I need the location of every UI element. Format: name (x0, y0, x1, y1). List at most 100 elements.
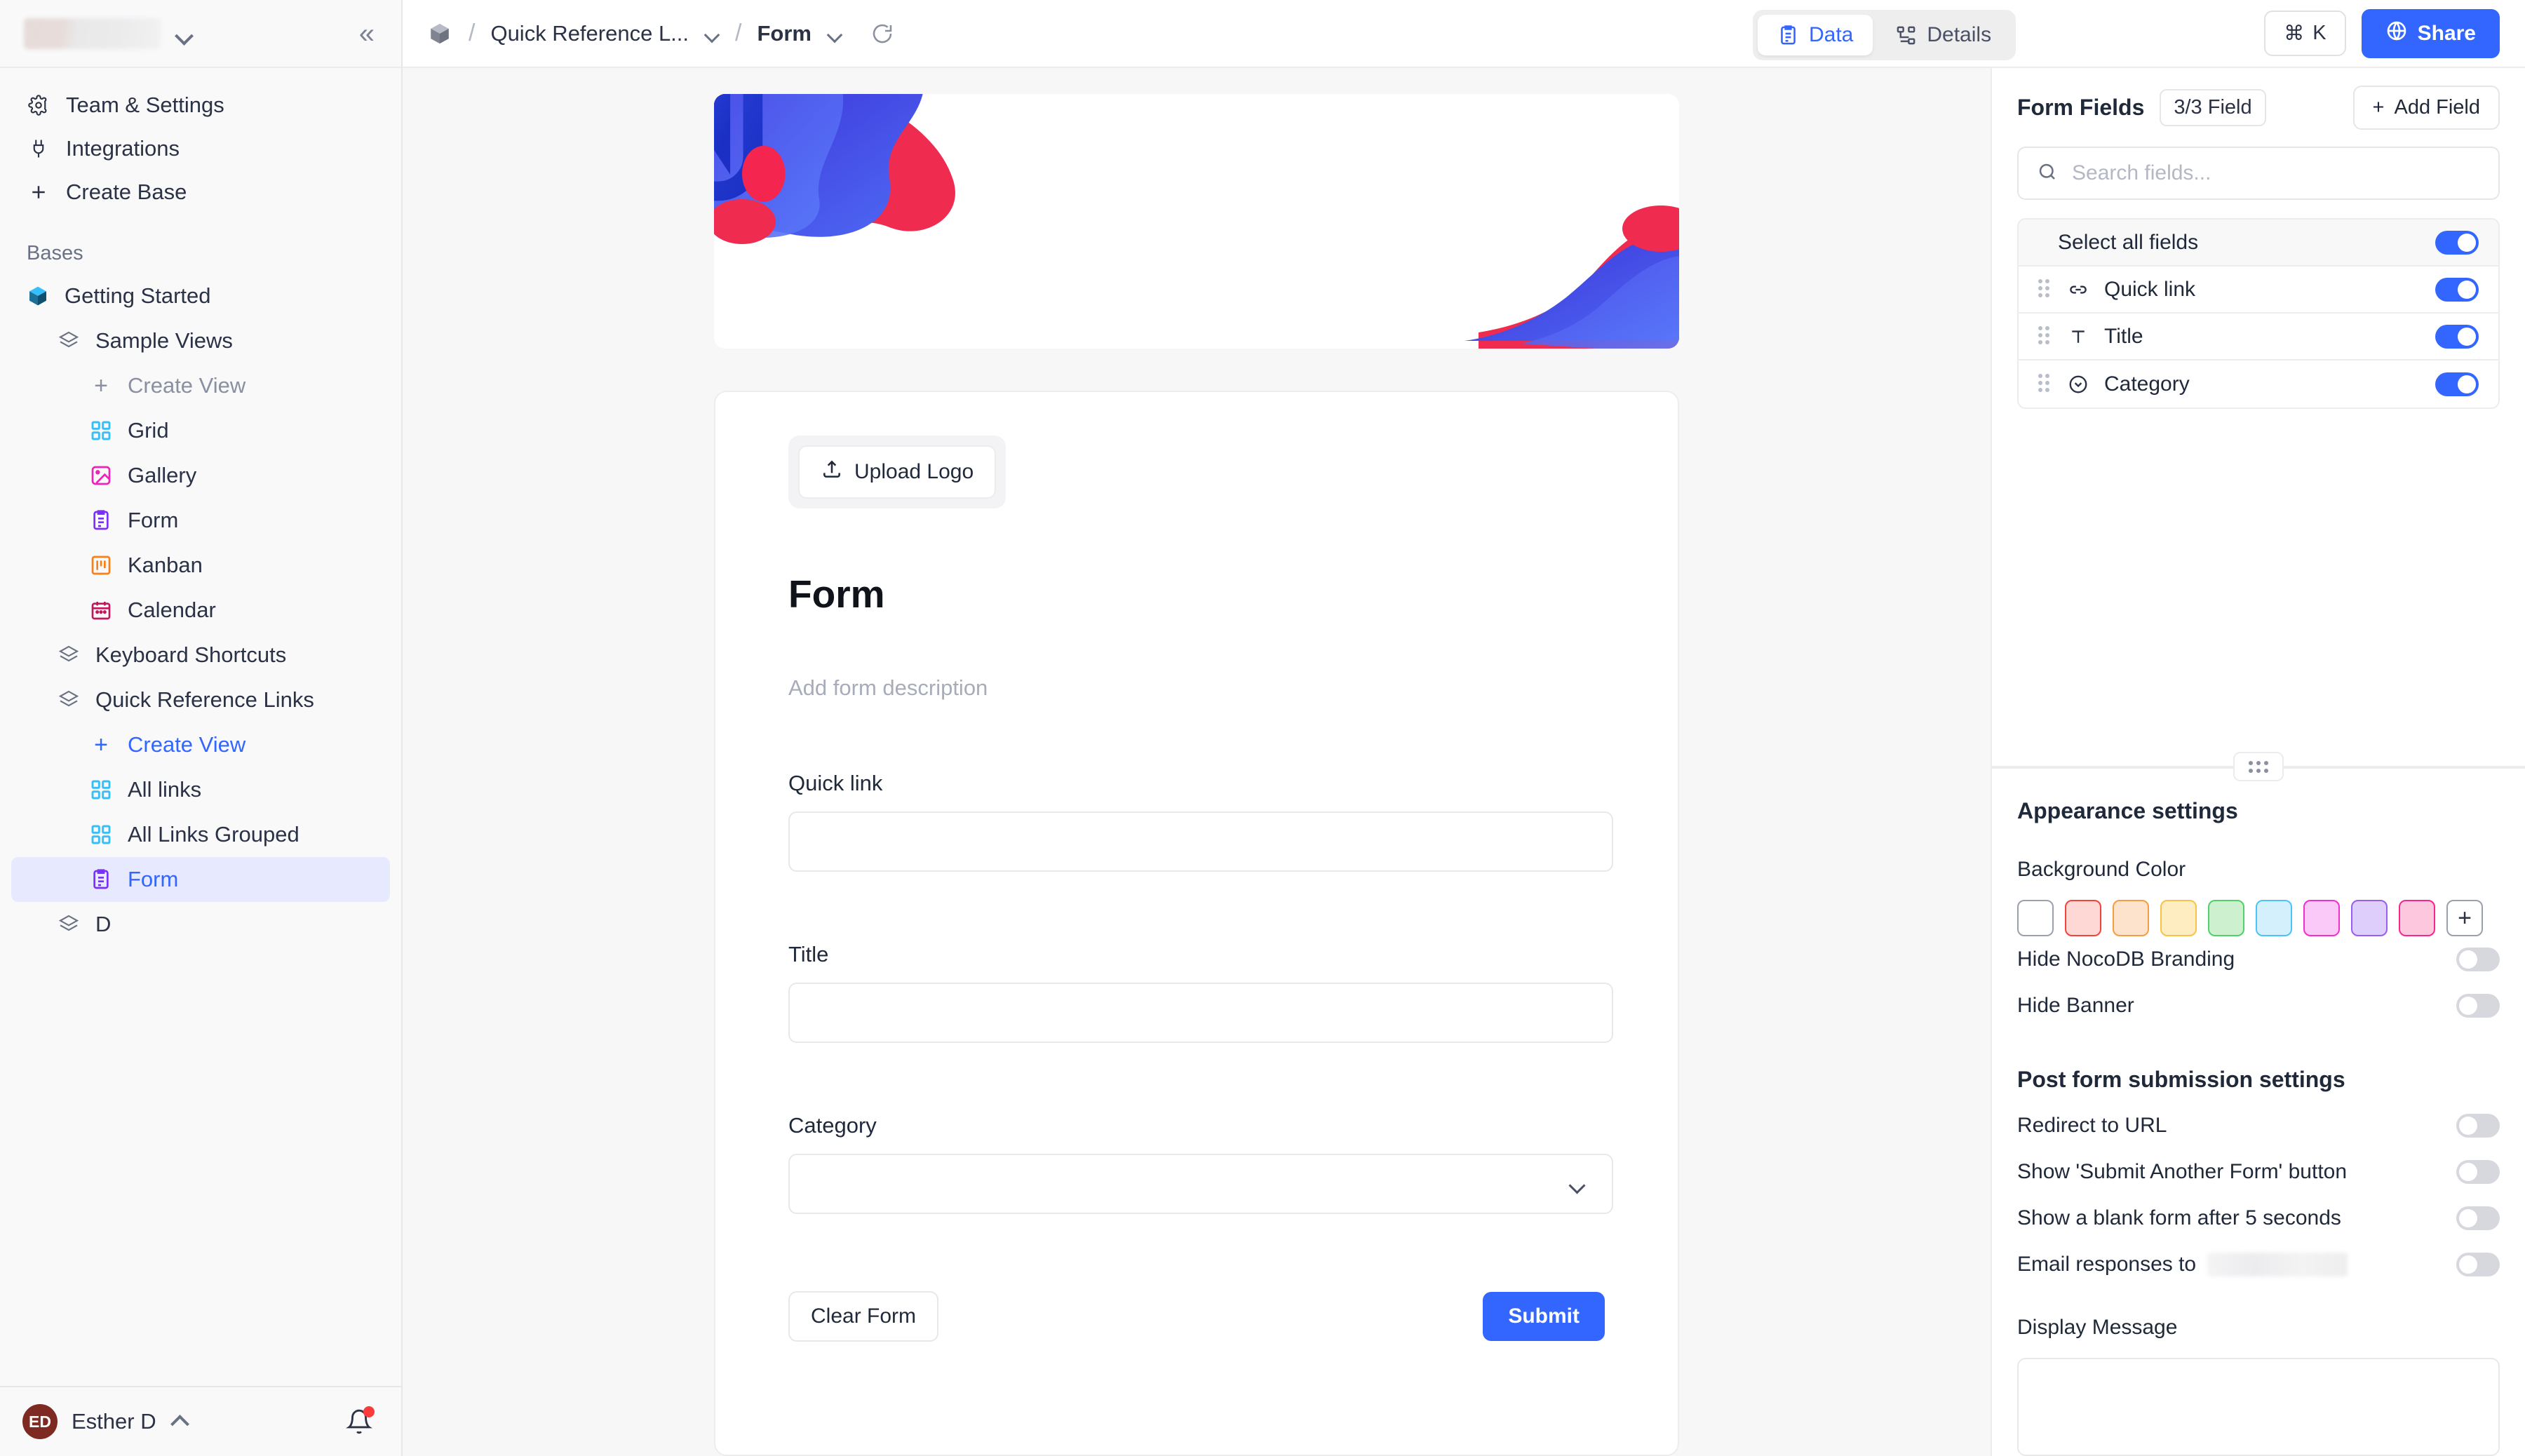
form-field-title: Title (788, 942, 1613, 1043)
chevron-down-icon[interactable] (175, 25, 193, 43)
add-field-button[interactable]: + Add Field (2352, 85, 2500, 130)
tree-item-form-selected[interactable]: Form (11, 857, 390, 902)
field-toggle-title[interactable] (2435, 324, 2479, 349)
field-row-category[interactable]: Category (2019, 360, 2498, 407)
sidebar-item-create-base[interactable]: Create Base (0, 170, 401, 214)
user-bar[interactable]: ED Esther D (0, 1386, 401, 1456)
tree-item-create-view-sample[interactable]: + Create View (11, 363, 390, 408)
swatch-blue[interactable] (2256, 900, 2292, 936)
tab-data[interactable]: Data (1758, 15, 1873, 55)
hide-branding-toggle[interactable] (2456, 948, 2500, 971)
workspace-header[interactable]: « (0, 0, 401, 68)
title-input[interactable] (788, 983, 1613, 1043)
tree-item-quick-reference-links[interactable]: Quick Reference Links (11, 678, 390, 722)
tree-item-label: Sample Views (95, 328, 233, 353)
table-icon (56, 328, 81, 353)
drag-handle-icon[interactable] (2038, 373, 2052, 395)
chevron-down-icon[interactable] (827, 26, 842, 41)
option-email-responses[interactable]: Email responses to (2017, 1241, 2500, 1288)
option-show-blank-form[interactable]: Show a blank form after 5 seconds (2017, 1195, 2500, 1241)
sidebar-item-team-settings[interactable]: Team & Settings (0, 83, 401, 127)
drag-handle-icon[interactable] (2038, 278, 2052, 300)
option-show-submit-another[interactable]: Show 'Submit Another Form' button (2017, 1149, 2500, 1195)
tree-item-all-links[interactable]: All links (11, 767, 390, 812)
redirect-url-toggle[interactable] (2456, 1114, 2500, 1138)
globe-icon (2385, 20, 2408, 48)
tab-details[interactable]: Details (1876, 15, 2011, 55)
swatch-yellow[interactable] (2160, 900, 2197, 936)
chevron-up-icon[interactable] (170, 1413, 189, 1431)
tree-item-keyboard-shortcuts[interactable]: Keyboard Shortcuts (11, 633, 390, 678)
field-toggle-category[interactable] (2435, 372, 2479, 396)
command-k-button[interactable]: ⌘ K (2264, 11, 2346, 56)
field-row-label: Title (2104, 324, 2143, 348)
field-label: Title (788, 942, 829, 966)
tree-item-gallery[interactable]: Gallery (11, 453, 390, 498)
search-fields-box[interactable] (2017, 147, 2500, 200)
swatch-orange[interactable] (2113, 900, 2149, 936)
swatch-pink[interactable] (2399, 900, 2435, 936)
select-all-toggle[interactable] (2435, 230, 2479, 255)
breadcrumb-table[interactable]: Quick Reference L... (490, 21, 689, 46)
email-responses-toggle[interactable] (2456, 1253, 2500, 1276)
tree-item-create-view-qrl[interactable]: + Create View (11, 722, 390, 767)
bases-section-label: Bases (27, 242, 83, 264)
sidebar-item-integrations[interactable]: Integrations (0, 127, 401, 170)
tree-item-grid[interactable]: Grid (11, 408, 390, 453)
form-field-category: Category (788, 1113, 1613, 1214)
tree-item-label: Getting Started (65, 283, 211, 308)
submit-another-toggle[interactable] (2456, 1160, 2500, 1184)
tree-item-getting-started[interactable]: Getting Started (11, 274, 390, 318)
tab-label: Data (1809, 23, 1854, 46)
collapse-sidebar-icon[interactable]: « (359, 20, 377, 48)
upload-logo-container: Upload Logo (788, 436, 1006, 508)
form-actions: Clear Form Submit (788, 1291, 1605, 1342)
option-label: Show 'Submit Another Form' button (2017, 1160, 2348, 1183)
field-row-title[interactable]: Title (2019, 314, 2498, 360)
panel-resize-handle[interactable] (2233, 752, 2284, 781)
swatch-red[interactable] (2065, 900, 2101, 936)
calendar-view-icon (88, 598, 114, 623)
display-message-textarea[interactable] (2017, 1358, 2500, 1456)
quick-link-input[interactable] (788, 811, 1613, 872)
tree-item-form-sample[interactable]: Form (11, 498, 390, 543)
form-fields-section: Form Fields 3/3 Field + Add Field Search… (1992, 68, 2525, 409)
tree-item-label: Calendar (128, 598, 216, 622)
tree-item-d[interactable]: D (11, 902, 390, 947)
background-color-swatches: + (2017, 900, 2500, 936)
tree-item-kanban[interactable]: Kanban (11, 543, 390, 588)
form-title[interactable]: Form (788, 572, 1605, 616)
breadcrumb-view[interactable]: Form (757, 21, 812, 46)
field-row-quick-link[interactable]: Quick link (2019, 267, 2498, 314)
category-select[interactable] (788, 1154, 1613, 1214)
add-custom-color-button[interactable]: + (2446, 900, 2483, 936)
reload-icon[interactable] (866, 18, 898, 50)
main-area: / Quick Reference L... / Form Data Detai… (403, 0, 2525, 1456)
tree-item-label: D (95, 912, 112, 936)
field-toggle-quick-link[interactable] (2435, 277, 2479, 302)
clear-form-button[interactable]: Clear Form (788, 1291, 939, 1342)
swatch-purple[interactable] (2351, 900, 2388, 936)
chevron-down-icon[interactable] (704, 26, 720, 41)
upload-logo-button[interactable]: Upload Logo (798, 445, 997, 499)
swatch-white[interactable] (2017, 900, 2054, 936)
search-input[interactable] (2072, 161, 2480, 185)
blank-form-toggle[interactable] (2456, 1206, 2500, 1230)
form-description-placeholder[interactable]: Add form description (788, 675, 1605, 701)
tree-item-sample-views[interactable]: Sample Views (11, 318, 390, 363)
option-redirect-to-url[interactable]: Redirect to URL (2017, 1103, 2500, 1149)
bell-icon[interactable] (339, 1402, 379, 1441)
option-hide-nocodb-branding[interactable]: Hide NocoDB Branding (2017, 936, 2500, 983)
swatch-magenta[interactable] (2303, 900, 2340, 936)
swatch-green[interactable] (2208, 900, 2244, 936)
share-button[interactable]: Share (2361, 8, 2500, 58)
hide-banner-toggle[interactable] (2456, 994, 2500, 1018)
tree-item-calendar[interactable]: Calendar (11, 588, 390, 633)
option-hide-banner[interactable]: Hide Banner (2017, 983, 2500, 1029)
submit-button[interactable]: Submit (1483, 1292, 1605, 1341)
select-all-fields-row[interactable]: Select all fields (2019, 220, 2498, 267)
tree-item-all-links-grouped[interactable]: All Links Grouped (11, 812, 390, 857)
drag-handle-icon[interactable] (2038, 325, 2052, 347)
plus-icon (27, 180, 50, 204)
tree-item-label: Create View (128, 732, 246, 757)
